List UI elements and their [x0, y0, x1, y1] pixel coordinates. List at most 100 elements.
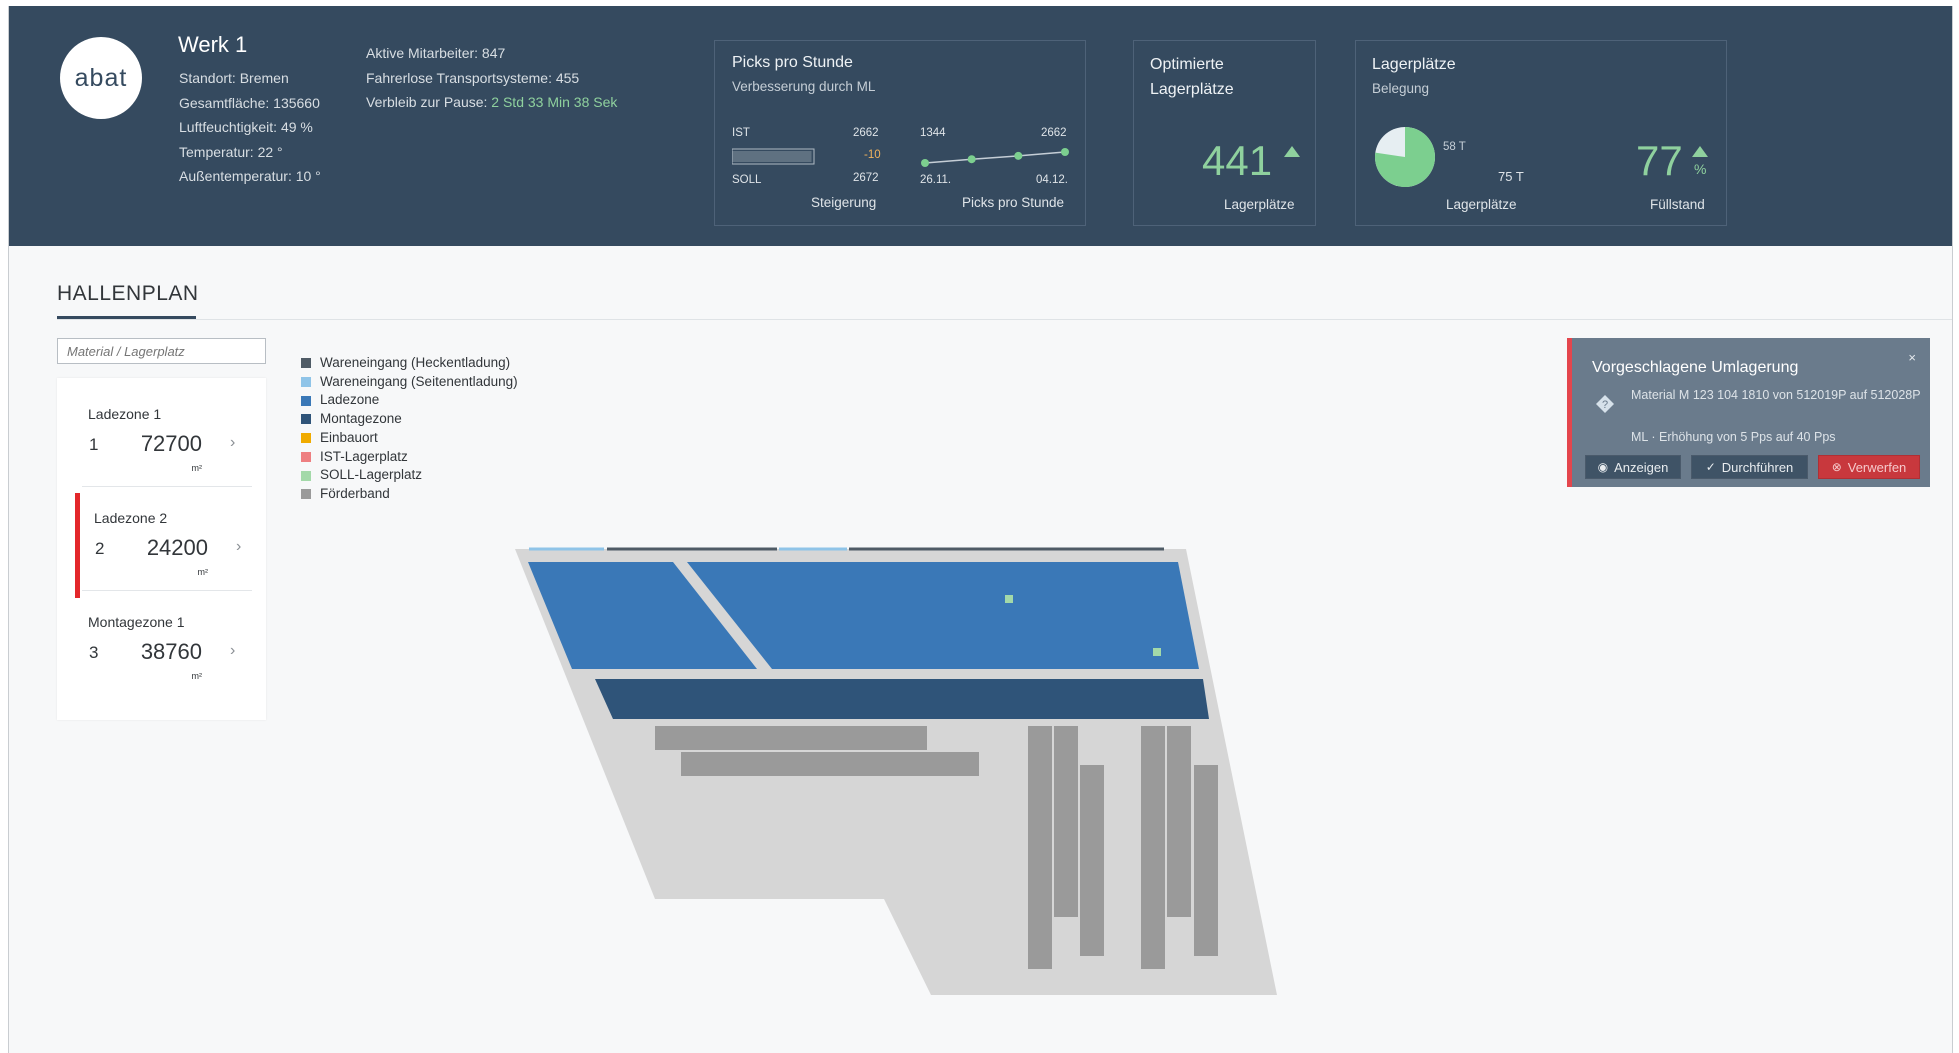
help-diamond-icon: ?: [1596, 395, 1614, 413]
ladezone-2-area[interactable]: [687, 562, 1199, 669]
legend-item: Ladezone: [301, 391, 518, 410]
optimized-title-1: Optimierte: [1150, 56, 1224, 73]
zone-name: Ladezone 2: [94, 510, 168, 526]
bar-fill: [732, 151, 812, 162]
plant-stats: Aktive Mitarbeiter: 847 Fahrerlose Trans…: [366, 41, 617, 115]
storage-occupancy-card[interactable]: Lagerplätze Belegung 58 T 75 T Lagerplät…: [1355, 40, 1727, 226]
storage-subtitle: Belegung: [1372, 81, 1430, 96]
optimized-storage-card[interactable]: Optimierte Lagerplätze 441 Lagerplätze: [1133, 40, 1316, 226]
foerderband: [681, 752, 979, 776]
fill-trend-up-icon: [1692, 146, 1708, 157]
diff-value: -10: [864, 149, 881, 161]
zone-unit: m²: [191, 463, 203, 473]
legend-label: Förderband: [320, 485, 390, 501]
notification-ml-info: ML · Erhöhung von 5 Pps auf 40 Pps: [1631, 430, 1836, 444]
legend-label: Montagezone: [320, 411, 402, 427]
picks-title: Picks pro Stunde: [732, 54, 853, 71]
storage-foot-left: Lagerplätze: [1446, 197, 1517, 212]
fill-unit: %: [1694, 161, 1707, 177]
legend-swatch: [301, 414, 311, 425]
foerderband: [1141, 726, 1165, 969]
notification-message: Material M 123 104 1810 von 512019P auf …: [1631, 388, 1921, 402]
soll-lagerplatz-marker[interactable]: [1153, 648, 1161, 656]
legend-swatch: [301, 433, 311, 444]
legend-item: Wareneingang (Seitenentladung): [301, 373, 518, 392]
checkmark-icon: ✓: [1705, 460, 1716, 474]
zone-index: 2: [95, 539, 105, 558]
picks-foot-left: Steigerung: [811, 195, 877, 210]
trend-point: [1014, 151, 1023, 160]
occupancy-pie: [1374, 127, 1435, 187]
reject-button[interactable]: ⊗ Verwerfen: [1818, 455, 1920, 479]
svg-text:?: ?: [1602, 399, 1608, 411]
soll-value: 2672: [853, 172, 879, 184]
legend-label: Einbauort: [320, 429, 378, 445]
legend-item: Einbauort: [301, 429, 518, 448]
stat-transport: Fahrerlose Transportsysteme: 455: [366, 69, 580, 86]
zone-index: 3: [89, 643, 99, 662]
map-legend: Wareneingang (Heckentladung) Wareneingan…: [301, 354, 518, 504]
close-icon[interactable]: ×: [1908, 350, 1916, 365]
optimized-title-2: Lagerplätze: [1150, 81, 1234, 98]
legend-label: Ladezone: [320, 392, 380, 408]
zone-name: Montagezone 1: [88, 614, 185, 630]
execute-button-label: Durchführen: [1721, 459, 1794, 475]
line-start-value: 1344: [920, 127, 946, 139]
pie-value: 58 T: [1443, 141, 1466, 153]
picks-subtitle: Verbesserung durch ML: [732, 79, 876, 94]
optimized-foot: Lagerplätze: [1224, 197, 1295, 212]
legend-swatch: [301, 470, 311, 481]
line-start-date: 26.11.: [920, 174, 952, 186]
notification-title: Vorgeschlagene Umlagerung: [1592, 359, 1799, 376]
section-divider: [57, 319, 1952, 320]
picks-foot-right: Picks pro Stunde: [962, 195, 1065, 210]
zone-item-montagezone-1[interactable]: Montagezone 1 3 38760 m² ›: [57, 614, 266, 714]
storage-foot-right: Füllstand: [1650, 197, 1705, 212]
trend-line: [924, 151, 1066, 164]
detail-outside-temperature: Außentemperatur: 10 °: [179, 168, 321, 184]
zone-divider: [82, 590, 252, 591]
zone-area: 72700: [140, 431, 202, 456]
hall-map[interactable]: [509, 541, 1279, 1001]
detail-humidity: Luftfeuchtigkeit: 49 %: [179, 119, 313, 135]
zone-name: Ladezone 1: [88, 406, 162, 422]
legend-swatch: [301, 451, 311, 462]
execute-button[interactable]: ✓ Durchführen: [1691, 455, 1808, 479]
zone-unit: m²: [197, 567, 209, 577]
foerderband: [1167, 726, 1191, 917]
chevron-right-icon: ›: [230, 642, 236, 659]
montagezone-area[interactable]: [595, 679, 1209, 719]
dashboard-header: abat Werk 1 Standort: Bremen Gesamtfläch…: [9, 6, 1952, 246]
ist-value: 2662: [853, 127, 879, 139]
optimized-value: 441: [1202, 137, 1273, 184]
legend-item: IST-Lagerplatz: [301, 448, 518, 467]
trend-point: [1061, 148, 1069, 156]
app-frame: abat Werk 1 Standort: Bremen Gesamtfläch…: [8, 6, 1953, 1053]
detail-area: Gesamtfläche: 135660: [179, 94, 320, 111]
chevron-right-icon: ›: [236, 538, 242, 555]
zone-unit: m²: [191, 671, 203, 681]
relocation-notification: Vorgeschlagene Umlagerung × ? Material M…: [1567, 338, 1930, 487]
zone-area: 24200: [146, 535, 208, 560]
ist-soll-bar: [732, 148, 815, 165]
foerderband: [1054, 726, 1078, 917]
reject-button-label: Verwerfen: [1847, 459, 1907, 475]
foerderband: [1080, 765, 1104, 956]
material-search-input[interactable]: [57, 338, 266, 364]
plant-details: Standort: Bremen Gesamtfläche: 135660 Lu…: [179, 66, 321, 189]
picks-card[interactable]: Picks pro Stunde Verbesserung durch ML I…: [714, 40, 1086, 226]
zone-item-ladezone-1[interactable]: Ladezone 1 1 72700 m² ›: [57, 406, 266, 506]
zone-item-ladezone-2[interactable]: Ladezone 2 2 24200 m² ›: [63, 510, 272, 610]
chevron-right-icon: ›: [230, 434, 236, 451]
legend-label: Wareneingang (Heckentladung): [320, 355, 511, 370]
show-button[interactable]: ◉ Anzeigen: [1585, 455, 1681, 479]
trend-point: [967, 155, 976, 164]
zone-index: 1: [89, 435, 99, 454]
detail-location: Standort: Bremen: [179, 70, 289, 86]
legend-item: SOLL-Lagerplatz: [301, 466, 518, 485]
zone-area: 38760: [140, 639, 202, 664]
foerderband: [1194, 765, 1218, 956]
eye-icon: ◉: [1597, 460, 1609, 474]
soll-lagerplatz-marker[interactable]: [1005, 595, 1013, 603]
pie-total: 75 T: [1498, 169, 1524, 184]
